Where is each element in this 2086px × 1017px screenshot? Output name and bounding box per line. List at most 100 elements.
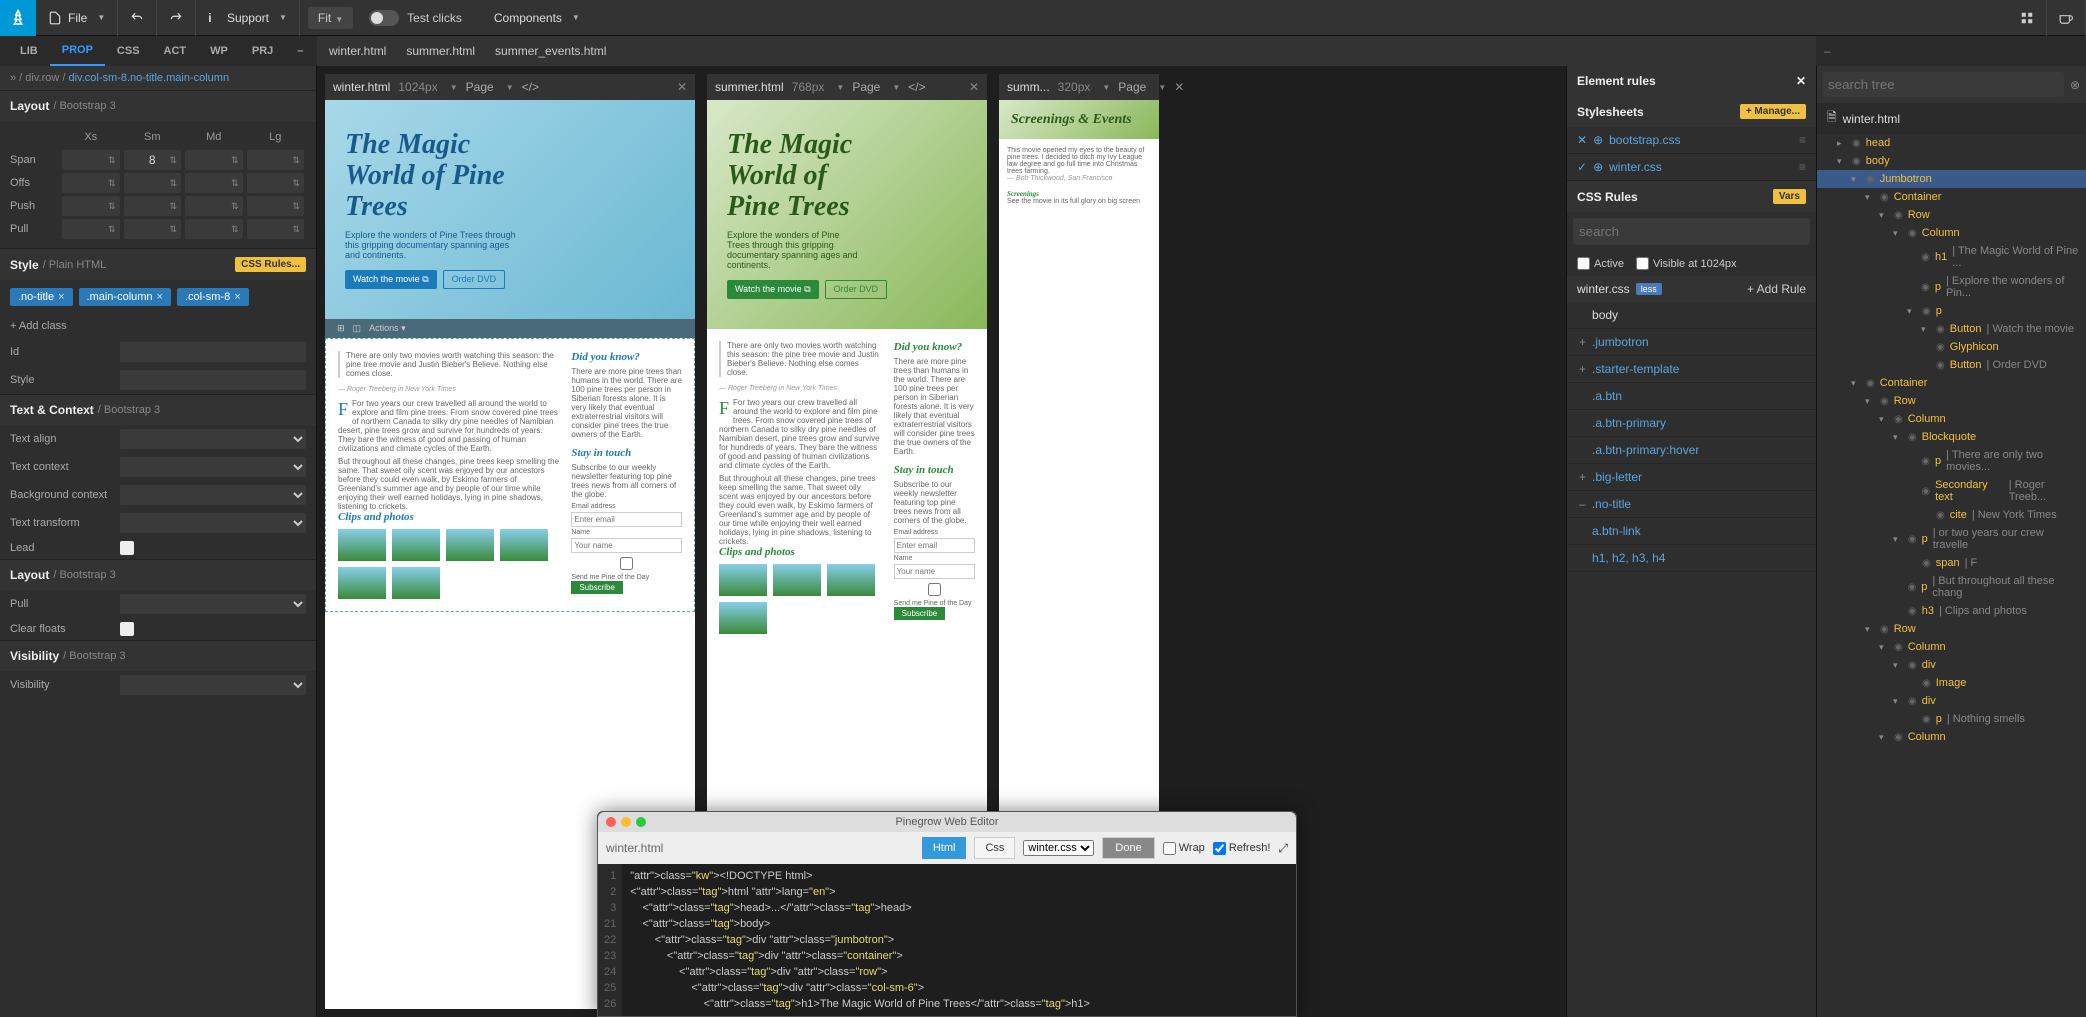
pull-select[interactable] [120,594,306,614]
test-clicks-toggle[interactable] [369,10,399,26]
tree-node[interactable]: ▾◉ Row [1817,620,2086,638]
wrap-checkbox[interactable] [1163,842,1176,855]
lead-checkbox[interactable] [120,541,134,555]
css-rule-item[interactable]: +a.btn-link [1567,518,1816,545]
stylesheet-item[interactable]: ✓⊕ winter.css≡ [1567,154,1816,181]
tree-node[interactable]: ◉ span | F [1817,554,2086,572]
collapse-icon[interactable]: ⤢ [1278,841,1288,856]
actions-bar[interactable]: ⊞◫Actions ▾ [325,319,695,338]
tree-node[interactable]: ▾◉ Container [1817,188,2086,206]
watch-movie-button[interactable]: Watch the movie ⧉ [345,270,437,289]
close-preview-icon[interactable]: ✕ [677,80,687,94]
add-rule-button[interactable]: + Add Rule [1747,282,1806,296]
components-menu[interactable]: Components▼ [482,0,592,36]
name-input[interactable] [571,538,682,553]
css-rule-item[interactable]: +.a.btn [1567,383,1816,410]
support-menu[interactable]: i Support▼ [196,0,300,36]
css-rules-badge[interactable]: CSS Rules... [235,257,306,272]
file-tab-summer[interactable]: summer.html [406,44,475,58]
text-align-select[interactable] [120,429,306,449]
code-icon[interactable]: </> [522,80,539,94]
jumbotron[interactable]: The Magic World of Pine Trees Explore th… [325,100,695,319]
stylesheet-item[interactable]: ✕⊕ bootstrap.css≡ [1567,127,1816,154]
span-sm[interactable]: 8 [124,150,182,170]
breadcrumb-current[interactable]: div.col-sm-8.no-title.main-column [69,72,230,84]
tree-node[interactable]: ▸◉ head [1817,134,2086,152]
clear-search-icon[interactable]: ⊗ [2070,78,2080,92]
tree-node[interactable]: ◉ cite | New York Times [1817,506,2086,524]
layout2-header[interactable]: Layout/ Bootstrap 3 [0,559,316,590]
css-rule-item[interactable]: +.a.btn-primary [1567,410,1816,437]
tree-node[interactable]: ▾◉ Button | Watch the movie [1817,320,2086,338]
close-panel-icon[interactable]: ✕ [1796,74,1806,88]
tree-node[interactable]: ▾◉ Row [1817,206,2086,224]
close-icon[interactable]: ✕ [1577,133,1587,147]
style-section-header[interactable]: Style/ Plain HTML CSS Rules... [0,248,316,280]
grid-view-icon[interactable] [2008,0,2047,36]
close-preview-icon[interactable]: ✕ [969,80,979,94]
span-lg[interactable] [247,150,305,170]
file-menu[interactable]: File▼ [36,0,118,36]
id-input[interactable] [120,342,306,362]
tree-node[interactable]: ◉ p | But throughout all these chang [1817,572,2086,602]
app-logo[interactable] [0,0,36,36]
tree-node[interactable]: ◉ Secondary text | Roger Treeb... [1817,476,2086,506]
tree-node[interactable]: ▾◉ Column [1817,638,2086,656]
css-rule-item[interactable]: +.starter-template [1567,356,1816,383]
tree-node[interactable]: ◉ p | Nothing smells [1817,710,2086,728]
css-file-select[interactable]: winter.css [1023,840,1094,856]
tree-file-header[interactable]: 🗎winter.html [1817,103,2086,134]
bg-context-select[interactable] [120,485,306,505]
clear-floats-checkbox[interactable] [120,622,134,636]
tree-node[interactable]: ▾◉ p [1817,302,2086,320]
filter-active-checkbox[interactable] [1577,257,1590,270]
tree-node[interactable]: ▾◉ Column [1817,728,2086,746]
tree-node[interactable]: ◉ p | Explore the wonders of Pin... [1817,272,2086,302]
tree-node[interactable]: ▾◉ Container [1817,374,2086,392]
tree-node[interactable]: ◉ h3 | Clips and photos [1817,602,2086,620]
order-dvd-button[interactable]: Order DVD [443,270,506,289]
css-rule-item[interactable]: +.a.btn-primary:hover [1567,437,1816,464]
css-rule-item[interactable]: +h1, h2, h3, h4 [1567,545,1816,572]
text-context-select[interactable] [120,457,306,477]
css-rule-item[interactable]: +.big-letter [1567,464,1816,491]
span-xs[interactable] [62,150,120,170]
tree-node[interactable]: ▾◉ Row [1817,392,2086,410]
tree-node[interactable]: ▾◉ Jumbotron [1817,170,2086,188]
span-md[interactable] [185,150,243,170]
close-preview-icon[interactable]: ✕ [1174,80,1184,94]
filter-visible-checkbox[interactable] [1636,257,1649,270]
tree-node[interactable]: ▾◉ Column [1817,410,2086,428]
redo-button[interactable] [157,0,196,36]
refresh-checkbox[interactable] [1213,842,1226,855]
tree-node[interactable]: ▾◉ div [1817,656,2086,674]
class-chip[interactable]: .no-title× [10,288,73,306]
tree-node[interactable]: ▾◉ p | or two years our crew travelle [1817,524,2086,554]
style-input[interactable] [120,370,306,390]
code-icon[interactable]: </> [908,80,925,94]
text-transform-select[interactable] [120,513,306,533]
manage-stylesheets-button[interactable]: + Manage... [1740,104,1806,119]
tree-node[interactable]: ◉ Button | Order DVD [1817,356,2086,374]
code-content[interactable]: "attr">class="kw"><!DOCTYPE html><"attr"… [622,864,1098,1016]
code-editor-titlebar[interactable]: Pinegrow Web Editor [598,812,1296,832]
class-chip[interactable]: .main-column× [79,288,171,306]
class-chip[interactable]: .col-sm-8× [177,288,249,306]
tab-act[interactable]: ACT [152,37,199,65]
layout-section-header[interactable]: Layout/ Bootstrap 3 [0,90,316,121]
visibility-header[interactable]: Visibility/ Bootstrap 3 [0,640,316,671]
subscribe-button[interactable]: Subscribe [571,581,623,594]
tree-search-input[interactable] [1823,72,2064,97]
tree-node[interactable]: ◉ p | There are only two movies... [1817,446,2086,476]
vars-badge[interactable]: Vars [1773,189,1806,204]
zoom-fit[interactable]: Fit▼ [308,7,353,29]
tab-css[interactable]: CSS [105,37,152,65]
coffee-icon[interactable] [2047,0,2086,36]
tree-node[interactable]: ▾◉ div [1817,692,2086,710]
tab-wp[interactable]: WP [198,37,240,65]
tab-prj[interactable]: PRJ [240,37,285,65]
tab-lib[interactable]: LIB [8,37,50,65]
code-tab-css[interactable]: Css [974,837,1015,859]
tree-node[interactable]: ◉ Glyphicon [1817,338,2086,356]
add-class-button[interactable]: + Add class [0,314,316,338]
